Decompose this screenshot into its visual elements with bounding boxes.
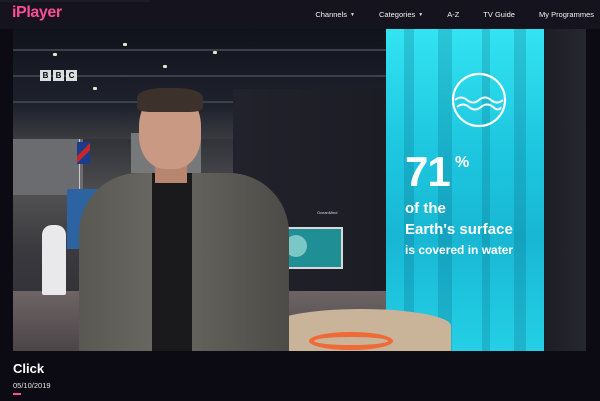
- presenter-shirt: [152, 173, 192, 351]
- ocean-display-title: OceanMind: [317, 210, 338, 215]
- chevron-down-icon: ▼: [350, 11, 355, 18]
- ceiling-light: [123, 43, 127, 46]
- nav-categories-label: Categories: [378, 10, 416, 19]
- main-nav: Channels ▼ Categories ▼ A-Z TV Guide My …: [291, 0, 594, 29]
- iplayer-logo[interactable]: iPlayer: [12, 4, 62, 22]
- nav-categories[interactable]: Categories ▼: [379, 10, 423, 19]
- ceiling-light: [213, 51, 217, 54]
- water-texture: [514, 29, 526, 351]
- presenter-hair: [137, 88, 203, 112]
- fact-line-1: of the: [405, 200, 446, 217]
- ceiling-truss: [13, 49, 393, 51]
- nav-channels[interactable]: Channels ▼: [315, 10, 355, 19]
- logo-text: iPlayer: [12, 4, 62, 21]
- ceiling-light: [93, 87, 97, 90]
- hall-wall: [13, 139, 83, 195]
- bbc-block: C: [66, 70, 77, 81]
- loading-strip: [0, 0, 150, 2]
- life-ring: [309, 332, 393, 350]
- fact-percent: 71: [405, 148, 451, 195]
- presenter: [79, 88, 289, 351]
- bbc-block: B: [53, 70, 64, 81]
- bbc-watermark: B B C: [40, 70, 77, 81]
- bbc-block: B: [40, 70, 51, 81]
- fact-line-2: Earth's surface: [405, 221, 513, 238]
- nav-a-z[interactable]: A-Z: [447, 10, 459, 19]
- video-player[interactable]: OceanMind 71 % of the Earth's surface is…: [13, 29, 586, 351]
- ceiling-light: [163, 65, 167, 68]
- fact-percent-sign: %: [455, 154, 470, 171]
- fact-line-3: is covered in water: [405, 243, 514, 257]
- chevron-down-icon: ▼: [418, 11, 424, 18]
- side-wall: [544, 29, 586, 351]
- nav-tv-guide-label: TV Guide: [483, 10, 515, 19]
- background-person: [42, 225, 66, 295]
- nav-tv-guide[interactable]: TV Guide: [483, 10, 515, 19]
- programme-date: 05/10/2019: [13, 381, 51, 390]
- water-globe-icon: [451, 72, 507, 128]
- nav-a-z-label: A-Z: [447, 10, 460, 19]
- nav-my-programmes-label: My Programmes: [538, 10, 594, 19]
- nav-my-programmes[interactable]: My Programmes: [539, 10, 594, 19]
- title-accent-underline: [13, 393, 21, 395]
- ceiling-light: [53, 53, 57, 56]
- nav-channels-label: Channels: [315, 10, 348, 19]
- programme-title: Click: [13, 361, 45, 376]
- top-nav-bar: iPlayer Channels ▼ Categories ▼ A-Z TV G…: [0, 0, 600, 29]
